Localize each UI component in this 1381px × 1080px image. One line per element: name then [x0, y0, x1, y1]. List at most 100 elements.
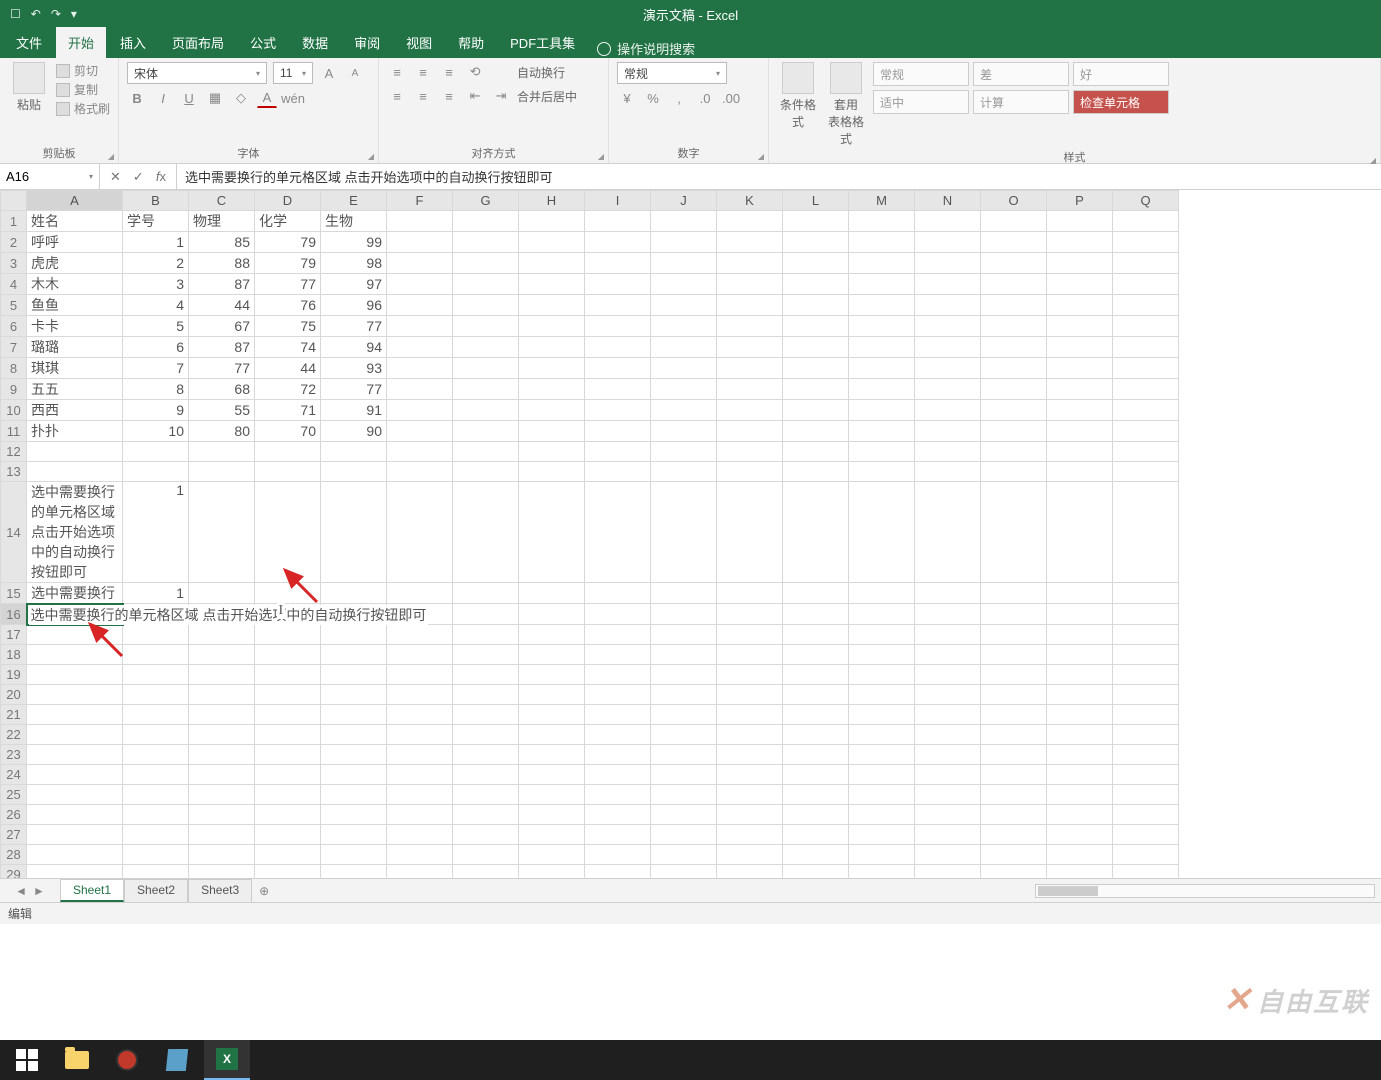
cell-P13[interactable]: [1047, 462, 1113, 482]
cell-D5[interactable]: 76: [255, 295, 321, 316]
cell-A1[interactable]: 姓名: [27, 211, 123, 232]
cell-E28[interactable]: [321, 845, 387, 865]
cell-H24[interactable]: [519, 765, 585, 785]
cell-B24[interactable]: [123, 765, 189, 785]
cell-Q27[interactable]: [1113, 825, 1179, 845]
cell-I19[interactable]: [585, 665, 651, 685]
cell-J11[interactable]: [651, 421, 717, 442]
col-header-O[interactable]: O: [981, 191, 1047, 211]
cell-C8[interactable]: 77: [189, 358, 255, 379]
row-header-29[interactable]: 29: [1, 865, 27, 879]
cell-D8[interactable]: 44: [255, 358, 321, 379]
cell-K4[interactable]: [717, 274, 783, 295]
cell-O25[interactable]: [981, 785, 1047, 805]
painter-button[interactable]: 格式刷: [56, 100, 110, 117]
cell-I4[interactable]: [585, 274, 651, 295]
align-middle-icon[interactable]: ≡: [413, 62, 433, 82]
cell-B11[interactable]: 10: [123, 421, 189, 442]
cell-J17[interactable]: [651, 625, 717, 645]
cell-P15[interactable]: [1047, 583, 1113, 604]
row-header-18[interactable]: 18: [1, 645, 27, 665]
cell-O28[interactable]: [981, 845, 1047, 865]
cell-L18[interactable]: [783, 645, 849, 665]
cell-N7[interactable]: [915, 337, 981, 358]
cell-N8[interactable]: [915, 358, 981, 379]
cell-D9[interactable]: 72: [255, 379, 321, 400]
cell-Q9[interactable]: [1113, 379, 1179, 400]
col-header-N[interactable]: N: [915, 191, 981, 211]
cell-J20[interactable]: [651, 685, 717, 705]
cell-P23[interactable]: [1047, 745, 1113, 765]
cell-F14[interactable]: [387, 482, 453, 583]
tab-视图[interactable]: 视图: [394, 27, 444, 58]
cell-M5[interactable]: [849, 295, 915, 316]
phonetic-button[interactable]: wén: [283, 88, 303, 108]
cell-Q16[interactable]: [1113, 604, 1179, 625]
cell-C26[interactable]: [189, 805, 255, 825]
cell-K27[interactable]: [717, 825, 783, 845]
cell-D19[interactable]: [255, 665, 321, 685]
cell-Q22[interactable]: [1113, 725, 1179, 745]
style-good[interactable]: 好: [1073, 62, 1169, 86]
cell-K11[interactable]: [717, 421, 783, 442]
cell-Q26[interactable]: [1113, 805, 1179, 825]
cell-O1[interactable]: [981, 211, 1047, 232]
cell-K15[interactable]: [717, 583, 783, 604]
cell-H10[interactable]: [519, 400, 585, 421]
row-header-25[interactable]: 25: [1, 785, 27, 805]
cell-B17[interactable]: [123, 625, 189, 645]
cell-O10[interactable]: [981, 400, 1047, 421]
cell-G20[interactable]: [453, 685, 519, 705]
cell-M8[interactable]: [849, 358, 915, 379]
cell-J3[interactable]: [651, 253, 717, 274]
cell-Q4[interactable]: [1113, 274, 1179, 295]
cell-D7[interactable]: 74: [255, 337, 321, 358]
cell-G13[interactable]: [453, 462, 519, 482]
cell-I16[interactable]: [585, 604, 651, 625]
cell-I3[interactable]: [585, 253, 651, 274]
tell-me-search[interactable]: 操作说明搜索: [597, 39, 695, 58]
cell-H27[interactable]: [519, 825, 585, 845]
cell-M27[interactable]: [849, 825, 915, 845]
align-bottom-icon[interactable]: ≡: [439, 62, 459, 82]
cell-L9[interactable]: [783, 379, 849, 400]
cell-N5[interactable]: [915, 295, 981, 316]
cell-E9[interactable]: 77: [321, 379, 387, 400]
orientation-icon[interactable]: ⟲: [465, 62, 485, 82]
cell-L28[interactable]: [783, 845, 849, 865]
cell-A21[interactable]: [27, 705, 123, 725]
cell-N10[interactable]: [915, 400, 981, 421]
cell-G23[interactable]: [453, 745, 519, 765]
cell-G7[interactable]: [453, 337, 519, 358]
cell-B5[interactable]: 4: [123, 295, 189, 316]
cell-O15[interactable]: [981, 583, 1047, 604]
cell-I21[interactable]: [585, 705, 651, 725]
cell-F13[interactable]: [387, 462, 453, 482]
cell-B8[interactable]: 7: [123, 358, 189, 379]
cell-N6[interactable]: [915, 316, 981, 337]
cell-F26[interactable]: [387, 805, 453, 825]
cell-B26[interactable]: [123, 805, 189, 825]
cell-J13[interactable]: [651, 462, 717, 482]
cell-Q13[interactable]: [1113, 462, 1179, 482]
cell-P1[interactable]: [1047, 211, 1113, 232]
cell-I10[interactable]: [585, 400, 651, 421]
cell-L7[interactable]: [783, 337, 849, 358]
cell-L25[interactable]: [783, 785, 849, 805]
cell-B29[interactable]: [123, 865, 189, 879]
cell-O14[interactable]: [981, 482, 1047, 583]
cell-I25[interactable]: [585, 785, 651, 805]
cell-I7[interactable]: [585, 337, 651, 358]
cell-D12[interactable]: [255, 442, 321, 462]
cell-H25[interactable]: [519, 785, 585, 805]
copy-button[interactable]: 复制: [56, 81, 110, 98]
cell-A3[interactable]: 虎虎: [27, 253, 123, 274]
cell-C14[interactable]: [189, 482, 255, 583]
cell-O21[interactable]: [981, 705, 1047, 725]
cell-E6[interactable]: 77: [321, 316, 387, 337]
cell-E5[interactable]: 96: [321, 295, 387, 316]
cell-N2[interactable]: [915, 232, 981, 253]
cell-E13[interactable]: [321, 462, 387, 482]
confirm-edit-icon[interactable]: ✓: [133, 169, 144, 185]
cell-Q14[interactable]: [1113, 482, 1179, 583]
